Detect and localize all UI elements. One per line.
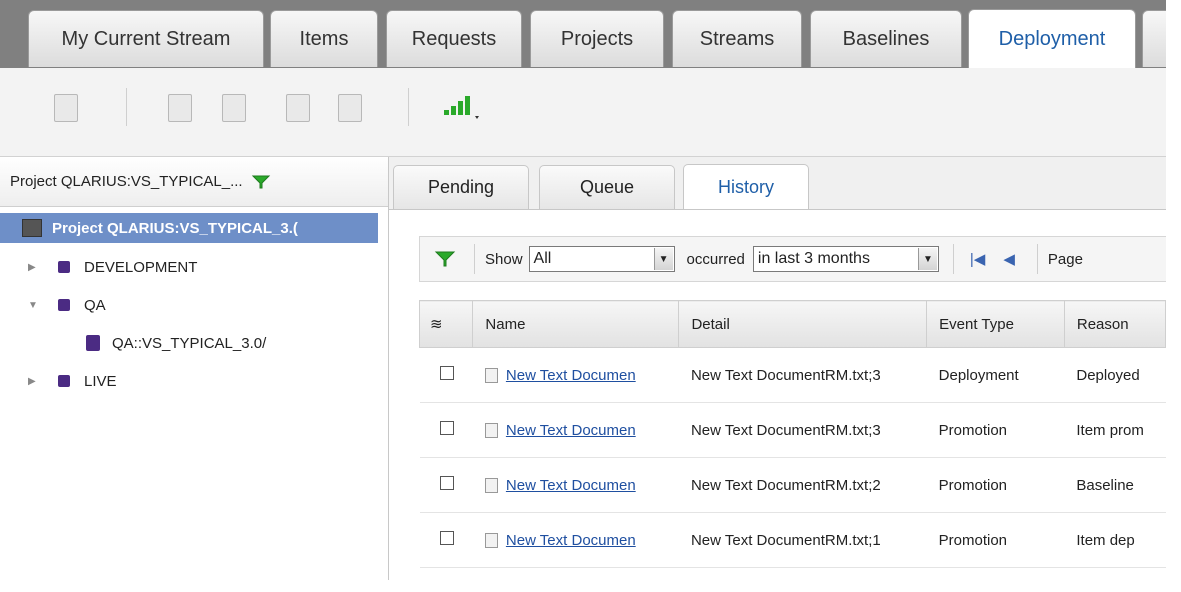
tree-item-qa[interactable]: ▼ QA: [0, 291, 360, 319]
stream-icon: [86, 335, 100, 351]
document-icon: [484, 533, 498, 549]
project-icon: [22, 219, 42, 237]
main-tab-bar: My Current Stream Items Requests Project…: [0, 0, 1166, 69]
column-header-reason[interactable]: Reason: [1063, 300, 1166, 348]
tab-items[interactable]: Items: [270, 10, 378, 67]
history-filter-bar: Show All ▼ occurred in last 3 months ▼ |…: [419, 236, 1166, 282]
left-sidebar: Project QLARIUS:VS_TYPICAL_... Project Q…: [0, 157, 389, 580]
history-table: ≋ Name Detail Event Type Reason New Text…: [418, 300, 1166, 568]
tree-item-qa-stream[interactable]: QA::VS_TYPICAL_3.0/: [0, 329, 360, 357]
select-column-header[interactable]: ≋: [418, 300, 474, 348]
right-content: Pending Queue History Show All ▼ occurre…: [389, 157, 1166, 580]
row-checkbox[interactable]: [439, 366, 454, 380]
document-icon: [484, 478, 498, 494]
deploy-icon[interactable]: [168, 94, 192, 122]
dropdown-arrow-icon[interactable]: ▼: [917, 248, 937, 270]
row-checkbox[interactable]: [439, 421, 454, 435]
first-page-icon[interactable]: |◀: [970, 250, 985, 268]
document-icon: [484, 423, 498, 439]
filter-separator: [474, 244, 475, 274]
history-panel: Show All ▼ occurred in last 3 months ▼ |…: [389, 209, 1166, 580]
undeploy-icon[interactable]: [338, 94, 362, 122]
document-icon: [484, 368, 498, 384]
item-link[interactable]: New Text Documen: [506, 422, 636, 439]
tab-history[interactable]: History: [683, 164, 809, 210]
collapse-arrow-icon[interactable]: ▼: [28, 300, 38, 311]
tree-item-project[interactable]: Project QLARIUS:VS_TYPICAL_3.(: [0, 213, 378, 243]
demote-icon[interactable]: [286, 94, 310, 122]
item-link[interactable]: New Text Documen: [506, 367, 636, 384]
rollback-icon[interactable]: [222, 94, 246, 122]
expand-arrow-icon[interactable]: ▶: [28, 262, 36, 273]
tab-overflow[interactable]: [1142, 10, 1166, 67]
stage-icon: [58, 375, 70, 387]
filter-icon[interactable]: [434, 250, 456, 268]
row-checkbox[interactable]: [439, 476, 454, 490]
stage-icon: [58, 261, 70, 273]
expand-arrow-icon[interactable]: ▶: [28, 376, 36, 387]
tree-item-development[interactable]: ▶ DEVELOPMENT: [0, 253, 360, 281]
tab-deployment[interactable]: Deployment: [968, 9, 1136, 68]
column-header-event-type[interactable]: Event Type: [926, 300, 1065, 348]
occurred-select[interactable]: in last 3 months ▼: [752, 246, 939, 272]
filter-separator: [952, 244, 954, 274]
app-window: My Current Stream Items Requests Project…: [0, 0, 1166, 580]
table-header-row: ≋ Name Detail Event Type Reason: [418, 300, 1166, 348]
column-header-detail[interactable]: Detail: [678, 300, 928, 348]
tab-projects[interactable]: Projects: [530, 10, 664, 67]
tab-streams[interactable]: Streams: [672, 10, 802, 67]
row-checkbox[interactable]: [439, 531, 454, 545]
dropdown-arrow-icon[interactable]: ▼: [653, 248, 673, 270]
item-link[interactable]: New Text Documen: [506, 477, 636, 494]
filter-icon[interactable]: [251, 174, 271, 190]
sidebar-header: Project QLARIUS:VS_TYPICAL_...: [0, 157, 388, 207]
table-row[interactable]: New Text Documen New Text DocumentRM.txt…: [419, 402, 1166, 458]
filter-separator: [1036, 244, 1038, 274]
tree-item-live[interactable]: ▶ LIVE: [0, 367, 360, 395]
tab-baselines[interactable]: Baselines: [810, 10, 962, 67]
table-row[interactable]: New Text Documen New Text DocumentRM.txt…: [419, 457, 1166, 513]
tab-requests[interactable]: Requests: [386, 10, 522, 67]
tab-my-current-stream[interactable]: My Current Stream: [28, 10, 264, 67]
tab-queue[interactable]: Queue: [539, 165, 675, 209]
column-chooser-icon[interactable]: ≋: [430, 316, 443, 333]
show-select[interactable]: All ▼: [528, 246, 675, 272]
table-row[interactable]: New Text Documen New Text DocumentRM.txt…: [419, 347, 1166, 403]
column-header-name[interactable]: Name: [472, 300, 680, 348]
item-link[interactable]: New Text Documen: [506, 532, 636, 549]
deployment-chart-icon[interactable]: [442, 90, 486, 122]
toolbar-separator: [126, 88, 127, 126]
stage-icon: [58, 299, 70, 311]
table-row[interactable]: New Text Documen New Text DocumentRM.txt…: [419, 512, 1166, 568]
previous-page-icon[interactable]: ◀: [1003, 250, 1015, 268]
deployment-toolbar: [0, 68, 1166, 157]
promote-icon[interactable]: [54, 94, 78, 122]
tab-pending[interactable]: Pending: [393, 165, 529, 209]
toolbar-separator: [408, 88, 409, 126]
